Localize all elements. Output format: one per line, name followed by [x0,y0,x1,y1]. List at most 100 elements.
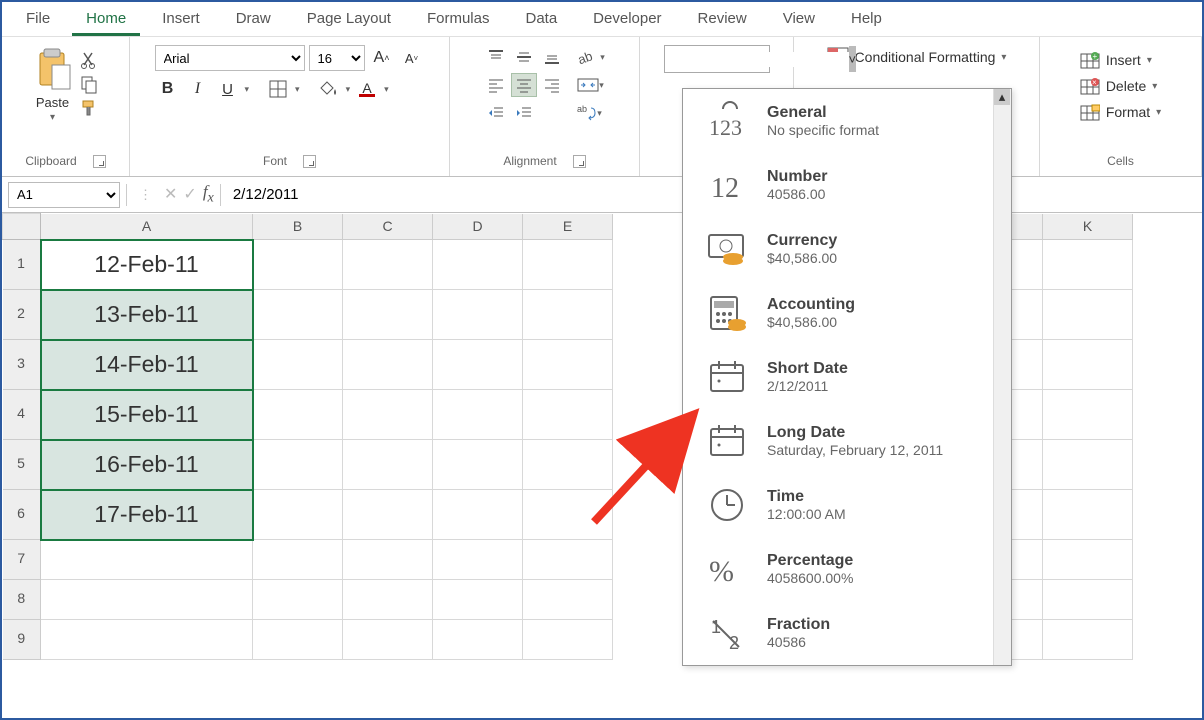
scrollbar[interactable]: ▴ [993,89,1011,665]
cell[interactable] [343,580,433,620]
cell[interactable] [523,240,613,290]
align-top-icon[interactable] [483,45,509,69]
orientation-icon[interactable]: ab▾ [575,45,607,69]
cell[interactable] [253,620,343,660]
font-name-select[interactable]: Arial [155,45,305,71]
row-header[interactable]: 8 [3,580,41,620]
font-size-select[interactable]: 16 [309,45,365,71]
format-option-general[interactable]: 123GeneralNo specific format [683,89,1011,153]
cell[interactable] [433,540,523,580]
cell[interactable] [1043,580,1133,620]
cell[interactable] [253,440,343,490]
format-option-accounting[interactable]: Accounting $40,586.00 [683,281,1011,345]
cell[interactable] [253,240,343,290]
column-header[interactable]: A [41,214,253,240]
column-header[interactable]: B [253,214,343,240]
cell[interactable] [1043,440,1133,490]
cell[interactable] [1043,620,1133,660]
cell[interactable] [343,540,433,580]
number-format-select[interactable]: ˅ [664,45,770,73]
row-header[interactable]: 6 [3,490,41,540]
align-bottom-icon[interactable] [539,45,565,69]
paste-dropdown-icon[interactable]: ▾ [50,112,55,123]
tab-developer[interactable]: Developer [579,4,675,36]
format-option-percentage[interactable]: %Percentage4058600.00% [683,537,1011,601]
tab-draw[interactable]: Draw [222,4,285,36]
format-option-number[interactable]: 12Number40586.00 [683,153,1011,217]
fx-icon[interactable]: fx [203,182,214,206]
increase-indent-icon[interactable] [511,101,537,125]
align-middle-icon[interactable] [511,45,537,69]
insert-cells-button[interactable]: +Insert▾ [1074,49,1167,71]
clipboard-launcher[interactable] [93,155,106,168]
cell[interactable] [523,390,613,440]
cell[interactable] [343,390,433,440]
align-left-icon[interactable] [483,73,509,97]
cell[interactable] [253,390,343,440]
column-header[interactable]: K [1043,214,1133,240]
shrink-font-icon[interactable]: A˅ [399,46,425,70]
grow-font-icon[interactable]: A˄ [369,46,395,70]
underline-dropdown-icon[interactable]: ▾ [245,84,250,95]
fill-color-dropdown-icon[interactable]: ▾ [346,84,351,95]
cell[interactable] [433,440,523,490]
column-header[interactable]: C [343,214,433,240]
bold-button[interactable]: B [155,77,181,101]
cell[interactable] [433,490,523,540]
number-format-dropdown-icon[interactable]: ˅ [849,46,857,72]
cell[interactable] [343,240,433,290]
merge-cells-icon[interactable]: ▾ [575,73,607,97]
borders-dropdown-icon[interactable]: ▾ [295,84,300,95]
row-header[interactable]: 3 [3,340,41,390]
row-header[interactable]: 4 [3,390,41,440]
underline-button[interactable]: U [215,77,241,101]
copy-icon[interactable] [78,73,100,95]
number-format-input[interactable] [665,52,849,67]
paste-icon[interactable] [32,45,74,93]
cell[interactable] [253,580,343,620]
font-color-dropdown-icon[interactable]: ▾ [384,84,389,95]
cell[interactable] [1043,390,1133,440]
column-header[interactable]: D [433,214,523,240]
format-painter-icon[interactable] [78,97,100,119]
cell[interactable] [41,540,253,580]
format-cells-button[interactable]: Format▾ [1074,101,1167,123]
cancel-formula-icon[interactable]: ✕ [164,184,177,204]
row-header[interactable]: 1 [3,240,41,290]
cell[interactable] [343,290,433,340]
cell[interactable] [523,440,613,490]
cell[interactable] [523,290,613,340]
wrap-text-icon[interactable]: ab▾ [573,101,605,125]
cell[interactable] [433,620,523,660]
cell[interactable] [253,340,343,390]
name-box[interactable]: A1 [8,182,120,208]
row-header[interactable]: 9 [3,620,41,660]
cell[interactable] [343,440,433,490]
decrease-indent-icon[interactable] [483,101,509,125]
cell[interactable] [343,490,433,540]
cell[interactable]: 13-Feb-11 [41,290,253,340]
format-option-fraction[interactable]: 12Fraction40586 [683,601,1011,665]
delete-cells-button[interactable]: ×Delete▾ [1074,75,1167,97]
font-launcher[interactable] [303,155,316,168]
italic-button[interactable]: I [185,77,211,101]
cell[interactable] [41,620,253,660]
format-option-currency[interactable]: Currency$40,586.00 [683,217,1011,281]
cell[interactable] [433,240,523,290]
tab-insert[interactable]: Insert [148,4,214,36]
tab-page-layout[interactable]: Page Layout [293,4,405,36]
cell[interactable] [343,620,433,660]
cell[interactable] [41,580,253,620]
tab-help[interactable]: Help [837,4,896,36]
cell[interactable] [1043,240,1133,290]
tab-data[interactable]: Data [511,4,571,36]
select-all-corner[interactable] [3,214,41,240]
paste-label[interactable]: Paste [36,95,69,110]
cell[interactable] [1043,490,1133,540]
align-right-icon[interactable] [539,73,565,97]
row-header[interactable]: 2 [3,290,41,340]
cell[interactable]: 17-Feb-11 [41,490,253,540]
alignment-launcher[interactable] [573,155,586,168]
tab-formulas[interactable]: Formulas [413,4,504,36]
cell[interactable] [433,580,523,620]
